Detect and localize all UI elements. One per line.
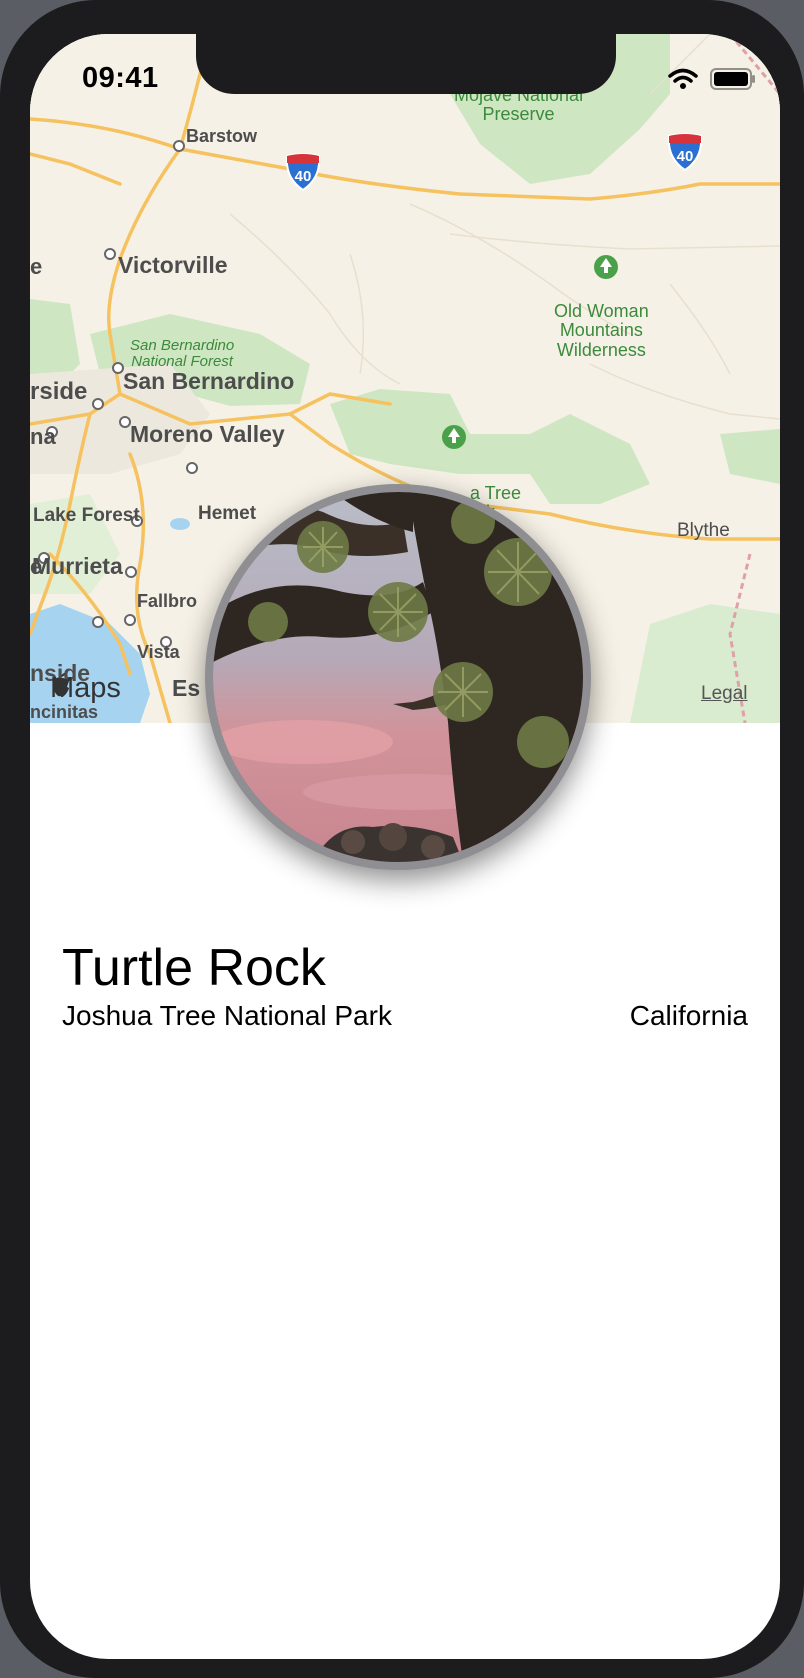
city-label-riverside[interactable]: rside — [30, 378, 87, 406]
status-time: 09:41 — [82, 62, 159, 94]
park-label-old-woman-mountains[interactable]: Old Woman Mountains Wilderness — [554, 301, 649, 360]
city-label-murrieta[interactable]: Murrieta — [32, 553, 123, 580]
city-label-fallbrook[interactable]: Fallbro — [137, 591, 197, 612]
city-label-lake-forest[interactable]: Lake Forest — [33, 505, 140, 527]
screen: 40 40 Barstow Victorville San Bernardino… — [30, 34, 780, 1659]
wifi-icon — [668, 68, 698, 89]
landmark-title: Turtle Rock — [62, 939, 326, 997]
status-icons — [668, 68, 756, 90]
highway-shield-label: 40 — [677, 148, 694, 165]
apple-logo-icon — [52, 673, 69, 697]
city-label-vista[interactable]: Vista — [137, 642, 180, 663]
device-notch — [196, 34, 616, 94]
city-label-hemet[interactable]: Hemet — [198, 503, 256, 525]
landmark-photo — [205, 484, 591, 870]
landmark-park: Joshua Tree National Park — [62, 1000, 392, 1031]
city-label-san-bernardino[interactable]: San Bernardino — [123, 368, 294, 395]
city-label-edge: e — [30, 254, 43, 279]
park-label-san-bernardino-forest[interactable]: San Bernardino National Forest — [130, 337, 234, 370]
highway-shield-label: 40 — [295, 168, 312, 185]
city-label-edge: e — [30, 554, 43, 579]
city-label-escondido[interactable]: Es — [172, 675, 200, 702]
highway-shield-icon: 40 — [667, 133, 703, 172]
joshua-tree-image — [213, 492, 583, 862]
city-label-victorville[interactable]: Victorville — [118, 252, 228, 279]
battery-icon — [710, 68, 755, 90]
landmark-state: California — [629, 1000, 748, 1031]
city-label-barstow[interactable]: Barstow — [186, 126, 257, 147]
device-frame: 40 40 Barstow Victorville San Bernardino… — [0, 0, 804, 1678]
city-label-encinitas[interactable]: ncinitas — [30, 702, 98, 723]
city-label-moreno-valley[interactable]: Moreno Valley — [130, 421, 285, 448]
legal-link[interactable]: Legal — [701, 683, 748, 705]
highway-shield-icon: 40 — [285, 153, 321, 192]
maps-brand: Maps — [50, 672, 121, 705]
city-label-edge: na — [30, 424, 56, 449]
city-label-blythe[interactable]: Blythe — [677, 520, 730, 542]
